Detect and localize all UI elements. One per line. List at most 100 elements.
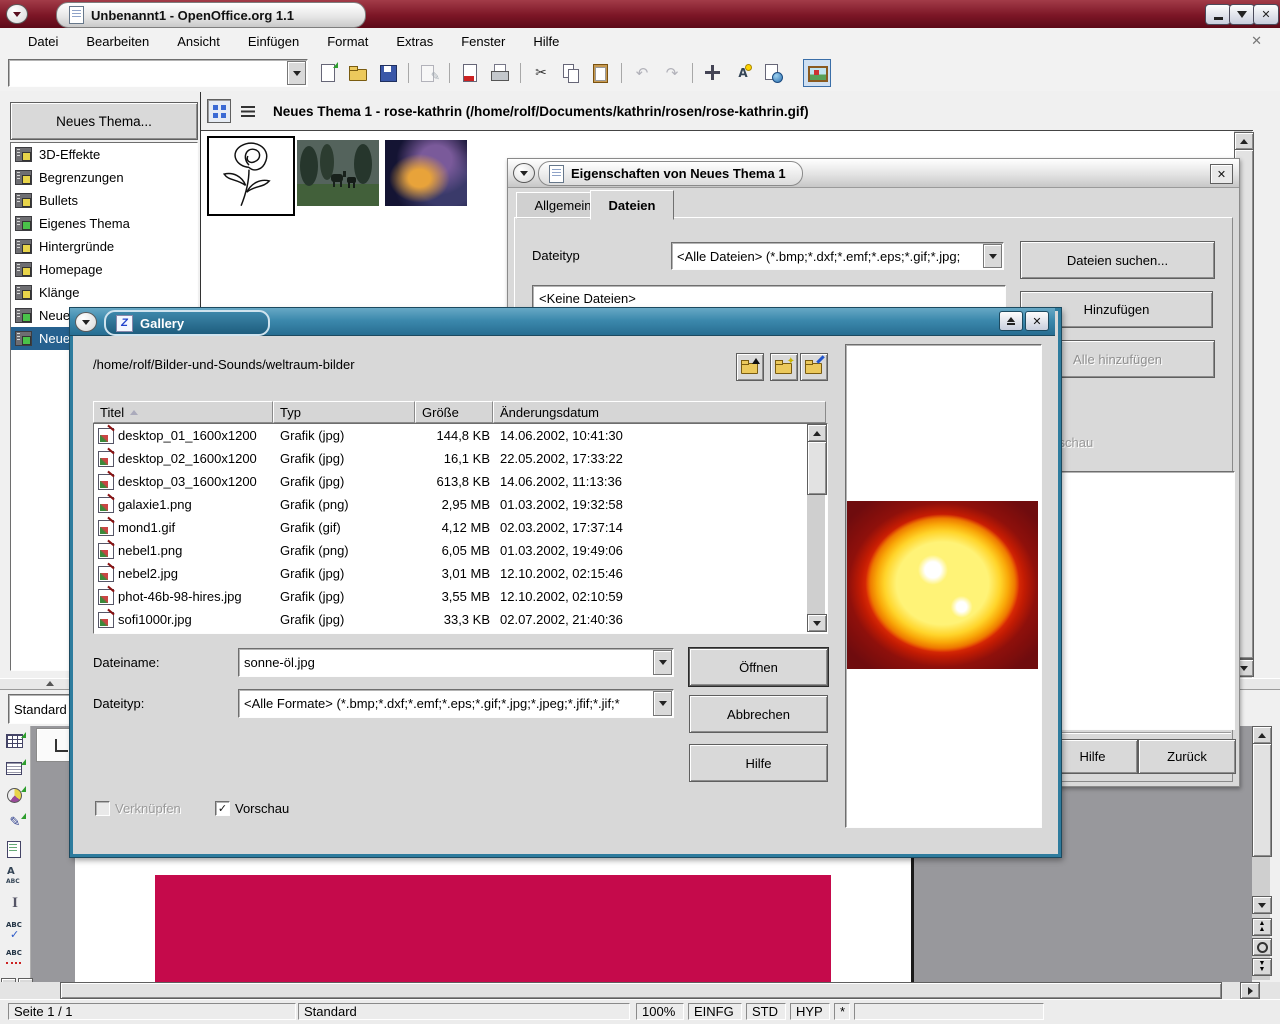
status-zoom[interactable]: 100% — [636, 1003, 684, 1020]
theme-item[interactable]: Hintergründe — [11, 235, 197, 258]
paste-button[interactable] — [587, 59, 615, 87]
cancel-button[interactable]: Abbrechen — [689, 695, 828, 733]
document-close-icon[interactable]: ✕ — [1251, 33, 1262, 49]
minimize-button[interactable] — [1205, 4, 1231, 25]
icon-view-button[interactable] — [207, 99, 231, 123]
horizontal-scrollbar[interactable] — [0, 982, 1280, 999]
file-table-body[interactable]: desktop_01_1600x1200Grafik (jpg)144,8 KB… — [93, 423, 828, 634]
draw-functions-button[interactable] — [2, 810, 28, 834]
shade-button[interactable] — [1229, 4, 1255, 25]
status-insert-mode[interactable]: EINFG — [688, 1003, 742, 1020]
auto-spellcheck-button[interactable] — [2, 945, 28, 969]
new-theme-button[interactable]: Neues Thema... — [10, 102, 198, 140]
thumbnail-horses[interactable] — [297, 140, 379, 206]
properties-dialog-titlebar[interactable]: Eigenschaften von Neues Thema 1 ✕ — [508, 159, 1239, 188]
detail-view-button[interactable] — [237, 100, 259, 122]
column-date[interactable]: Änderungsdatum — [493, 401, 826, 423]
filename-combobox[interactable]: sonne-öl.jpg — [238, 648, 674, 677]
menu-einfügen[interactable]: Einfügen — [234, 28, 313, 54]
hyperlink-dialog-button[interactable] — [759, 59, 787, 87]
file-row[interactable]: phot-46b-98-hires.jpgGrafik (jpg)3,55 MB… — [94, 585, 827, 608]
scrollbar-thumb[interactable] — [60, 982, 1222, 999]
spellcheck-button[interactable] — [2, 918, 28, 942]
link-checkbox[interactable] — [95, 801, 110, 816]
url-combobox[interactable] — [8, 59, 308, 87]
file-type-combobox[interactable]: <Alle Dateien> (*.bmp;*.dxf;*.emf;*.eps;… — [671, 242, 1004, 270]
export-pdf-button[interactable] — [456, 59, 484, 87]
find-files-button[interactable]: Dateien suchen... — [1020, 241, 1215, 279]
file-row[interactable]: sofi1000r.jpgGrafik (jpg)33,3 KB02.07.20… — [94, 608, 827, 631]
column-size[interactable]: Größe — [415, 401, 493, 423]
thumbnail-nebula[interactable] — [385, 140, 467, 206]
url-dropdown-button[interactable] — [287, 61, 306, 85]
filetype-combobox[interactable]: <Alle Formate> (*.bmp;*.dxf;*.emf;*.eps;… — [238, 689, 674, 718]
dropdown-button[interactable] — [653, 691, 672, 716]
navigator-button[interactable] — [699, 59, 727, 87]
dialog-close-button[interactable]: ✕ — [1025, 311, 1049, 331]
redo-button[interactable] — [658, 59, 686, 87]
form-functions-button[interactable] — [2, 837, 28, 861]
up-one-level-button[interactable] — [736, 353, 764, 381]
insert-chart-button[interactable] — [2, 783, 28, 807]
dropdown-button[interactable] — [653, 650, 672, 675]
file-row[interactable]: desktop_01_1600x1200Grafik (jpg)144,8 KB… — [94, 424, 827, 447]
create-new-directory-button[interactable]: ✦ — [770, 353, 798, 381]
print-file-button[interactable] — [486, 59, 514, 87]
dialog-menu-button[interactable] — [75, 312, 97, 332]
preview-checkbox[interactable]: ✓ — [215, 801, 230, 816]
tab-dateien[interactable]: Dateien — [590, 190, 674, 220]
copy-button[interactable] — [557, 59, 585, 87]
undo-button[interactable] — [628, 59, 656, 87]
status-selection-mode[interactable]: STD — [746, 1003, 786, 1020]
previous-page-button[interactable]: ▲▲ — [1252, 918, 1272, 936]
theme-item[interactable]: Bullets — [11, 189, 197, 212]
gallery-dialog-titlebar[interactable]: Z Gallery ✕ — [70, 308, 1055, 336]
dialog-menu-button[interactable] — [513, 163, 535, 183]
new-document-button[interactable] — [314, 59, 342, 87]
scroll-down-button[interactable] — [1252, 896, 1272, 914]
close-button[interactable]: ✕ — [1253, 4, 1279, 25]
edit-file-button[interactable] — [415, 59, 443, 87]
status-page-style[interactable]: Standard — [298, 1003, 630, 1020]
direct-cursor-button[interactable] — [2, 891, 28, 915]
default-directory-button[interactable] — [800, 353, 828, 381]
menu-fenster[interactable]: Fenster — [447, 28, 519, 54]
file-row[interactable]: desktop_02_1600x1200Grafik (jpg)16,1 KB2… — [94, 447, 827, 470]
column-type[interactable]: Typ — [273, 401, 415, 423]
save-document-button[interactable] — [374, 59, 402, 87]
menu-extras[interactable]: Extras — [382, 28, 447, 54]
stylist-button[interactable] — [729, 59, 757, 87]
file-row[interactable]: desktop_03_1600x1200Grafik (jpg)613,8 KB… — [94, 470, 827, 493]
column-title[interactable]: Titel — [93, 401, 273, 423]
file-row[interactable]: nebel1.pngGrafik (png)6,05 MB01.03.2002,… — [94, 539, 827, 562]
scroll-right-button[interactable] — [1240, 982, 1260, 999]
scroll-up-button[interactable] — [1252, 726, 1272, 744]
preview-checkbox-label[interactable]: Vorschau — [235, 801, 289, 816]
insert-frame-button[interactable] — [2, 756, 28, 780]
window-menu-button[interactable] — [6, 4, 28, 24]
dialog-close-button[interactable]: ✕ — [1210, 164, 1233, 184]
open-document-button[interactable] — [344, 59, 372, 87]
menu-hilfe[interactable]: Hilfe — [519, 28, 573, 54]
theme-item[interactable]: Begrenzungen — [11, 166, 197, 189]
scroll-up-button[interactable] — [1234, 132, 1254, 150]
status-hyperlink-mode[interactable]: HYP — [790, 1003, 830, 1020]
document-vertical-scrollbar[interactable]: ▲▲ ▼▼ — [1252, 726, 1270, 980]
file-row[interactable]: galaxie1.pngGrafik (png)2,95 MB01.03.200… — [94, 493, 827, 516]
insert-table-button[interactable] — [2, 729, 28, 753]
scroll-down-button[interactable] — [807, 614, 827, 632]
back-button[interactable]: Zurück — [1138, 739, 1236, 774]
scrollbar-thumb[interactable] — [807, 441, 827, 495]
menu-format[interactable]: Format — [313, 28, 382, 54]
gallery-button[interactable] — [803, 59, 831, 87]
menu-ansicht[interactable]: Ansicht — [163, 28, 234, 54]
help-button[interactable]: Hilfe — [689, 744, 828, 782]
theme-item[interactable]: Homepage — [11, 258, 197, 281]
menu-bearbeiten[interactable]: Bearbeiten — [72, 28, 163, 54]
navigation-button[interactable] — [1252, 938, 1272, 956]
theme-item[interactable]: Klänge — [11, 281, 197, 304]
scroll-up-button[interactable] — [807, 424, 827, 442]
file-row[interactable]: nebel2.jpgGrafik (jpg)3,01 MB12.10.2002,… — [94, 562, 827, 585]
menu-datei[interactable]: Datei — [14, 28, 72, 54]
dropdown-button[interactable] — [983, 244, 1002, 268]
